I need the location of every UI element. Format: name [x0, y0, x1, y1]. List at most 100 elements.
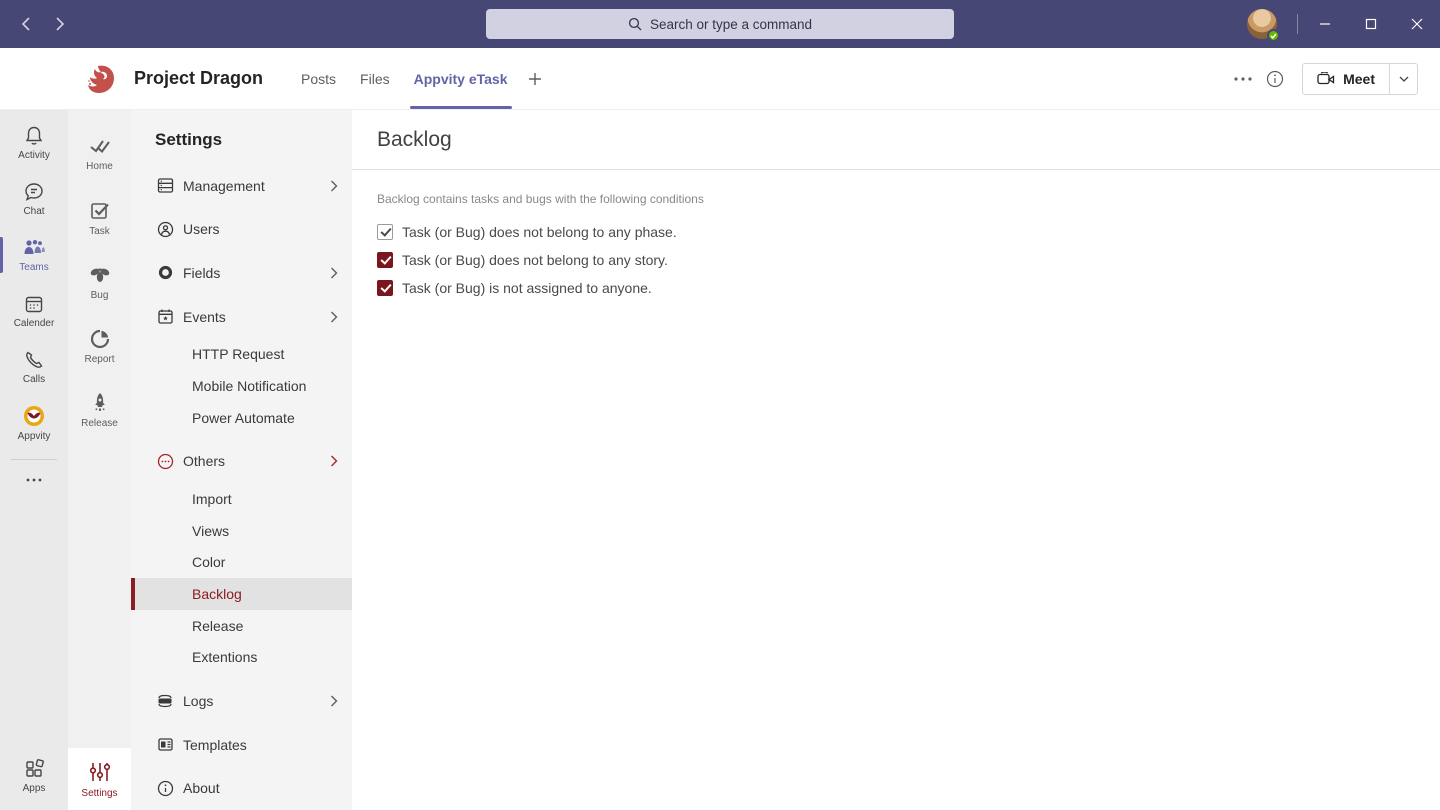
- users-icon: [156, 221, 174, 238]
- presence-available-icon: [1267, 29, 1280, 42]
- apps-icon: [23, 758, 45, 780]
- ellipsis-icon: [26, 478, 42, 482]
- settings-item-events[interactable]: Events: [131, 295, 352, 339]
- condition-row-phase: Task (or Bug) does not belong to any pha…: [377, 218, 1440, 246]
- settings-item-backlog[interactable]: Backlog: [131, 578, 352, 610]
- appvity-logo: [22, 404, 46, 428]
- app-sidebar: Activity Chat Teams Calender Calls Appvi…: [0, 110, 68, 810]
- minimize-icon: [1319, 18, 1331, 30]
- module-label: Home: [86, 161, 113, 172]
- sidebar-item-teams[interactable]: Teams: [0, 227, 68, 283]
- user-avatar[interactable]: [1247, 9, 1277, 39]
- settings-item-import[interactable]: Import: [131, 483, 352, 515]
- tab-posts[interactable]: Posts: [289, 48, 348, 109]
- module-item-settings[interactable]: Settings: [68, 748, 131, 810]
- settings-item-mobile-notification[interactable]: Mobile Notification: [131, 370, 352, 402]
- module-item-bug[interactable]: Bug: [68, 250, 131, 314]
- settings-item-about[interactable]: About: [131, 766, 352, 810]
- module-item-release[interactable]: Release: [68, 378, 131, 442]
- title-bar: Search or type a command: [0, 0, 1440, 48]
- module-item-task[interactable]: Task: [68, 186, 131, 250]
- add-tab-button[interactable]: [528, 72, 542, 86]
- ellipsis-icon: [1234, 77, 1252, 81]
- search-input[interactable]: Search or type a command: [486, 9, 954, 39]
- backlog-description: Backlog contains tasks and bugs with the…: [377, 192, 1440, 206]
- settings-item-release[interactable]: Release: [131, 610, 352, 642]
- content-header: Backlog: [352, 110, 1440, 170]
- more-options-button[interactable]: [1234, 77, 1252, 81]
- settings-item-templates[interactable]: Templates: [131, 723, 352, 767]
- module-item-home[interactable]: Home: [68, 122, 131, 186]
- rocket-icon: [90, 392, 110, 414]
- settings-item-views[interactable]: Views: [131, 515, 352, 547]
- settings-item-fields[interactable]: Fields: [131, 251, 352, 295]
- tab-appvity-etask[interactable]: Appvity eTask: [402, 48, 520, 109]
- svg-text:LOG: LOG: [161, 699, 169, 703]
- sidebar-item-appvity[interactable]: Appvity: [0, 395, 68, 451]
- sliders-icon: [88, 760, 112, 784]
- chevron-down-icon: [1399, 76, 1409, 82]
- chevron-left-icon: [21, 17, 31, 31]
- titlebar-divider: [1297, 14, 1298, 34]
- module-label: Report: [84, 354, 114, 365]
- settings-item-logs[interactable]: LOG Logs: [131, 679, 352, 723]
- page-title: Backlog: [377, 128, 452, 152]
- sidebar-label: Calls: [23, 374, 45, 385]
- settings-item-users[interactable]: Users: [131, 208, 352, 252]
- settings-item-extentions[interactable]: Extentions: [131, 642, 352, 674]
- module-label: Release: [81, 418, 118, 429]
- templates-icon: [156, 736, 174, 753]
- management-icon: [156, 177, 174, 194]
- chevron-right-icon: [330, 455, 338, 467]
- sidebar-label: Teams: [19, 262, 48, 273]
- meet-dropdown-button[interactable]: [1389, 64, 1417, 94]
- sidebar-label: Calender: [14, 318, 55, 329]
- settings-item-color[interactable]: Color: [131, 546, 352, 578]
- settings-item-power-automate[interactable]: Power Automate: [131, 402, 352, 434]
- settings-item-management[interactable]: Management: [131, 164, 352, 208]
- checkbox-story[interactable]: [377, 252, 393, 268]
- about-icon: [156, 780, 174, 797]
- sidebar-divider: [11, 459, 57, 460]
- maximize-button[interactable]: [1348, 0, 1394, 48]
- checkbox-assigned[interactable]: [377, 280, 393, 296]
- phone-icon: [23, 349, 45, 371]
- plus-icon: [528, 72, 542, 86]
- settings-item-others[interactable]: Others: [131, 439, 352, 483]
- condition-row-story: Task (or Bug) does not belong to any sto…: [377, 246, 1440, 274]
- checkbox-phase[interactable]: [377, 224, 393, 240]
- sidebar-item-chat[interactable]: Chat: [0, 171, 68, 227]
- minimize-button[interactable]: [1302, 0, 1348, 48]
- tab-files[interactable]: Files: [348, 48, 402, 109]
- search-icon: [628, 17, 642, 31]
- forward-button[interactable]: [50, 14, 70, 34]
- bug-icon: [88, 264, 112, 286]
- sidebar-item-calls[interactable]: Calls: [0, 339, 68, 395]
- sidebar-label: Chat: [23, 206, 44, 217]
- meet-split-button: Meet: [1302, 63, 1418, 95]
- close-icon: [1411, 18, 1423, 30]
- close-button[interactable]: [1394, 0, 1440, 48]
- sidebar-label: Apps: [23, 783, 46, 794]
- chevron-right-icon: [55, 17, 65, 31]
- sidebar-item-activity[interactable]: Activity: [0, 115, 68, 171]
- back-button[interactable]: [16, 14, 36, 34]
- calendar-icon: [23, 293, 45, 315]
- meet-button[interactable]: Meet: [1303, 64, 1389, 94]
- events-icon: [156, 308, 174, 325]
- sidebar-item-calendar[interactable]: Calender: [0, 283, 68, 339]
- camera-icon: [1317, 72, 1335, 86]
- maximize-icon: [1365, 18, 1377, 30]
- condition-row-assigned: Task (or Bug) is not assigned to anyone.: [377, 274, 1440, 302]
- module-item-report[interactable]: Report: [68, 314, 131, 378]
- channel-info-button[interactable]: [1266, 70, 1284, 88]
- fields-icon: [156, 265, 174, 280]
- module-label: Bug: [91, 290, 109, 301]
- sidebar-more-apps-button[interactable]: [26, 468, 42, 492]
- pie-chart-icon: [89, 328, 111, 350]
- module-label: Task: [89, 226, 110, 237]
- settings-item-http-request[interactable]: HTTP Request: [131, 338, 352, 370]
- logs-icon: LOG: [156, 693, 174, 709]
- sidebar-item-apps[interactable]: Apps: [0, 748, 68, 804]
- info-icon: [1266, 70, 1284, 88]
